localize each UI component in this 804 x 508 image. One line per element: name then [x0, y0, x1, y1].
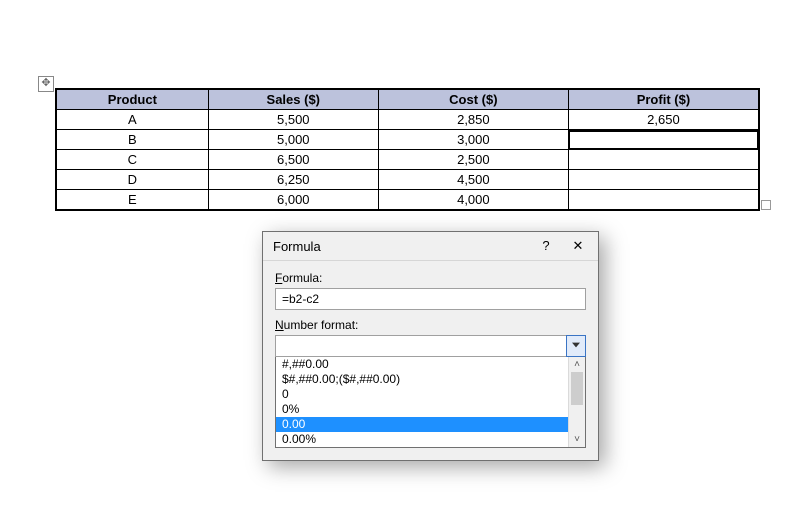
cell-profit[interactable] — [568, 150, 759, 170]
cell-sales[interactable]: 5,500 — [208, 110, 378, 130]
cell-profit[interactable] — [568, 190, 759, 211]
scroll-thumb[interactable] — [571, 372, 583, 405]
table-row: E6,0004,000 — [56, 190, 759, 211]
formula-input[interactable] — [275, 288, 586, 310]
cell-cost[interactable]: 4,000 — [378, 190, 568, 211]
table-row: B5,0003,000 — [56, 130, 759, 150]
number-format-option[interactable]: 0% — [276, 402, 569, 417]
number-format-option[interactable]: #,##0.00 — [276, 357, 569, 372]
cell-product[interactable]: D — [56, 170, 208, 190]
dialog-title: Formula — [273, 239, 530, 254]
cell-product[interactable]: A — [56, 110, 208, 130]
table-move-handle[interactable] — [38, 76, 54, 92]
cell-cost[interactable]: 4,500 — [378, 170, 568, 190]
cell-profit[interactable] — [568, 130, 759, 150]
scroll-up-arrow-icon[interactable]: ˄ — [569, 357, 585, 372]
cell-profit[interactable] — [568, 170, 759, 190]
number-format-dropdown: #,##0.00$#,##0.00;($#,##0.00)00%0.000.00… — [275, 357, 586, 448]
cell-product[interactable]: C — [56, 150, 208, 170]
table-row: A5,5002,8502,650 — [56, 110, 759, 130]
number-format-option[interactable]: 0.00% — [276, 432, 569, 447]
cell-sales[interactable]: 6,500 — [208, 150, 378, 170]
cell-cost[interactable]: 2,500 — [378, 150, 568, 170]
formula-dialog: Formula ? ✕ Formula: Number format: #,##… — [262, 231, 599, 461]
table-resize-handle[interactable] — [761, 200, 771, 210]
cell-cost[interactable]: 2,850 — [378, 110, 568, 130]
cell-cost[interactable]: 3,000 — [378, 130, 568, 150]
cell-sales[interactable]: 6,000 — [208, 190, 378, 211]
col-header-product[interactable]: Product — [56, 89, 208, 110]
formula-label: Formula: — [275, 271, 586, 285]
cell-product[interactable]: B — [56, 130, 208, 150]
cell-profit[interactable]: 2,650 — [568, 110, 759, 130]
chevron-down-icon — [572, 342, 580, 348]
dialog-help-button[interactable]: ? — [530, 235, 562, 257]
number-format-input[interactable] — [275, 335, 586, 357]
table-row: D6,2504,500 — [56, 170, 759, 190]
number-format-option[interactable]: 0.00 — [276, 417, 569, 432]
scroll-down-arrow-icon[interactable]: ˅ — [569, 432, 585, 447]
product-table: Product Sales ($) Cost ($) Profit ($) A5… — [55, 88, 760, 211]
number-format-dropdown-button[interactable] — [566, 335, 586, 357]
col-header-cost[interactable]: Cost ($) — [378, 89, 568, 110]
col-header-sales[interactable]: Sales ($) — [208, 89, 378, 110]
table-header-row: Product Sales ($) Cost ($) Profit ($) — [56, 89, 759, 110]
dropdown-scrollbar[interactable]: ˄ ˅ — [568, 357, 585, 447]
dialog-close-button[interactable]: ✕ — [562, 235, 594, 257]
number-format-label: Number format: — [275, 318, 586, 332]
number-format-option[interactable]: 0 — [276, 387, 569, 402]
number-format-option-list: #,##0.00$#,##0.00;($#,##0.00)00%0.000.00… — [276, 357, 569, 447]
cell-sales[interactable]: 6,250 — [208, 170, 378, 190]
cell-product[interactable]: E — [56, 190, 208, 211]
number-format-option[interactable]: $#,##0.00;($#,##0.00) — [276, 372, 569, 387]
table-row: C6,5002,500 — [56, 150, 759, 170]
col-header-profit[interactable]: Profit ($) — [568, 89, 759, 110]
dialog-titlebar[interactable]: Formula ? ✕ — [263, 232, 598, 261]
cell-sales[interactable]: 5,000 — [208, 130, 378, 150]
